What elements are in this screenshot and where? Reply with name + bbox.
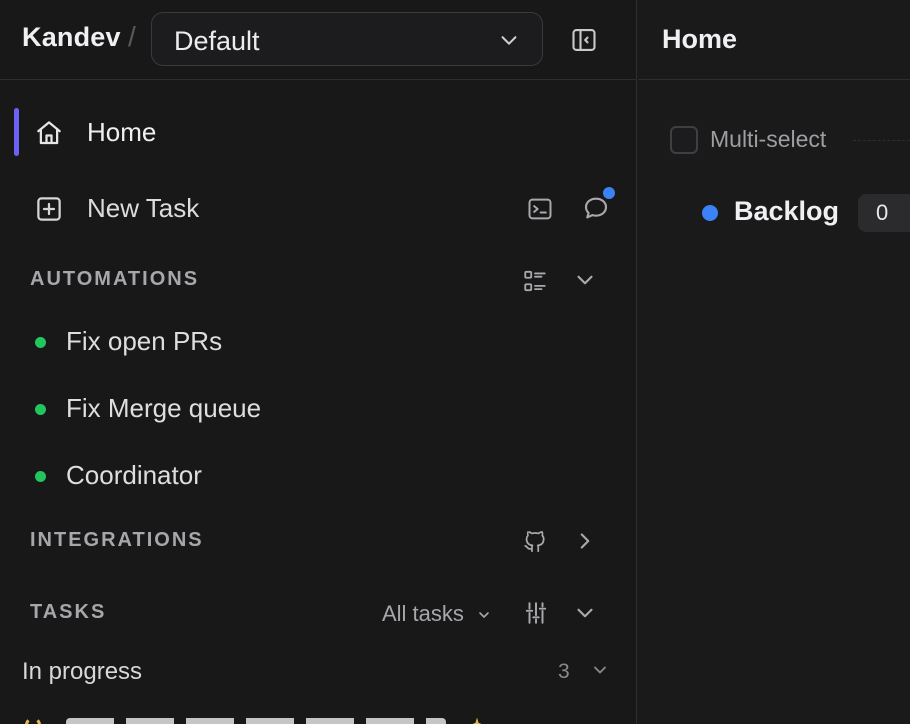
sparkle-icon <box>468 716 486 724</box>
integrations-expand-button[interactable] <box>572 528 598 554</box>
workspace-select[interactable]: Default <box>151 12 543 66</box>
divider <box>853 140 910 141</box>
nav-item-home[interactable]: Home <box>14 107 622 157</box>
status-dot <box>35 337 46 348</box>
task-filter-value: All tasks <box>382 601 464 626</box>
section-title-integrations: INTEGRATIONS <box>30 529 204 551</box>
workspace-select-value: Default <box>174 26 260 56</box>
breadcrumb-separator: / <box>128 21 136 52</box>
list-icon <box>524 270 546 292</box>
home-icon <box>34 118 64 148</box>
chevron-down-icon <box>577 608 593 618</box>
notification-badge <box>601 185 617 201</box>
nav-item-label: Home <box>87 117 157 147</box>
section-title-tasks: TASKS <box>30 601 107 623</box>
chevron-right-icon <box>580 533 590 549</box>
sidebar: Kandev / Default Home New Task AUTOMATIO… <box>0 0 637 724</box>
app-window: Kandev / Default Home New Task AUTOMATIO… <box>0 0 910 724</box>
plus-square-icon <box>34 194 64 224</box>
task-group-label[interactable]: In progress <box>22 658 142 686</box>
chevron-down-icon <box>476 607 492 623</box>
chevron-down-icon <box>498 29 520 51</box>
task-row-partial[interactable] <box>22 712 622 724</box>
main-header: Home <box>638 0 910 80</box>
sidebar-collapse-button[interactable] <box>570 26 598 54</box>
automations-list-button[interactable] <box>522 268 548 294</box>
chevron-down-icon <box>594 666 606 674</box>
automation-label: Fix open PRs <box>66 326 223 356</box>
task-filter-select[interactable]: All tasks <box>382 601 492 627</box>
chevron-down-icon <box>577 275 593 285</box>
terminal-button[interactable] <box>526 195 554 223</box>
github-integration-button[interactable] <box>522 528 548 554</box>
multi-select-label[interactable]: Multi-select <box>710 126 826 153</box>
column-title-backlog: Backlog <box>734 196 840 226</box>
automations-toggle-button[interactable] <box>572 267 598 293</box>
automation-label: Fix Merge queue <box>66 393 262 423</box>
automation-label: Coordinator <box>66 460 202 490</box>
nav-item-label: New Task <box>87 193 200 223</box>
multi-select-checkbox[interactable] <box>670 126 698 154</box>
column-count-badge: 0 <box>858 194 910 232</box>
column-status-dot <box>702 205 718 221</box>
main-content: Home Multi-select Backlog 0 <box>638 0 910 724</box>
page-title: Home <box>662 24 738 54</box>
loading-spinner-icon <box>25 717 41 724</box>
sidebar-header: Kandev / Default <box>0 0 636 80</box>
brand-name: Kandev <box>22 22 121 52</box>
active-indicator <box>14 108 19 156</box>
status-dot <box>35 404 46 415</box>
task-filter-settings-button[interactable] <box>523 600 549 626</box>
task-row-title-clipped <box>66 718 446 724</box>
status-dot <box>35 471 46 482</box>
task-group-toggle[interactable] <box>590 660 610 680</box>
terminal-icon <box>528 198 552 220</box>
panel-left-icon <box>572 29 596 51</box>
section-title-automations: AUTOMATIONS <box>30 268 200 290</box>
sliders-icon <box>525 602 547 624</box>
github-icon <box>524 531 545 553</box>
task-group-count: 3 <box>558 660 570 683</box>
tasks-toggle-button[interactable] <box>572 600 598 626</box>
